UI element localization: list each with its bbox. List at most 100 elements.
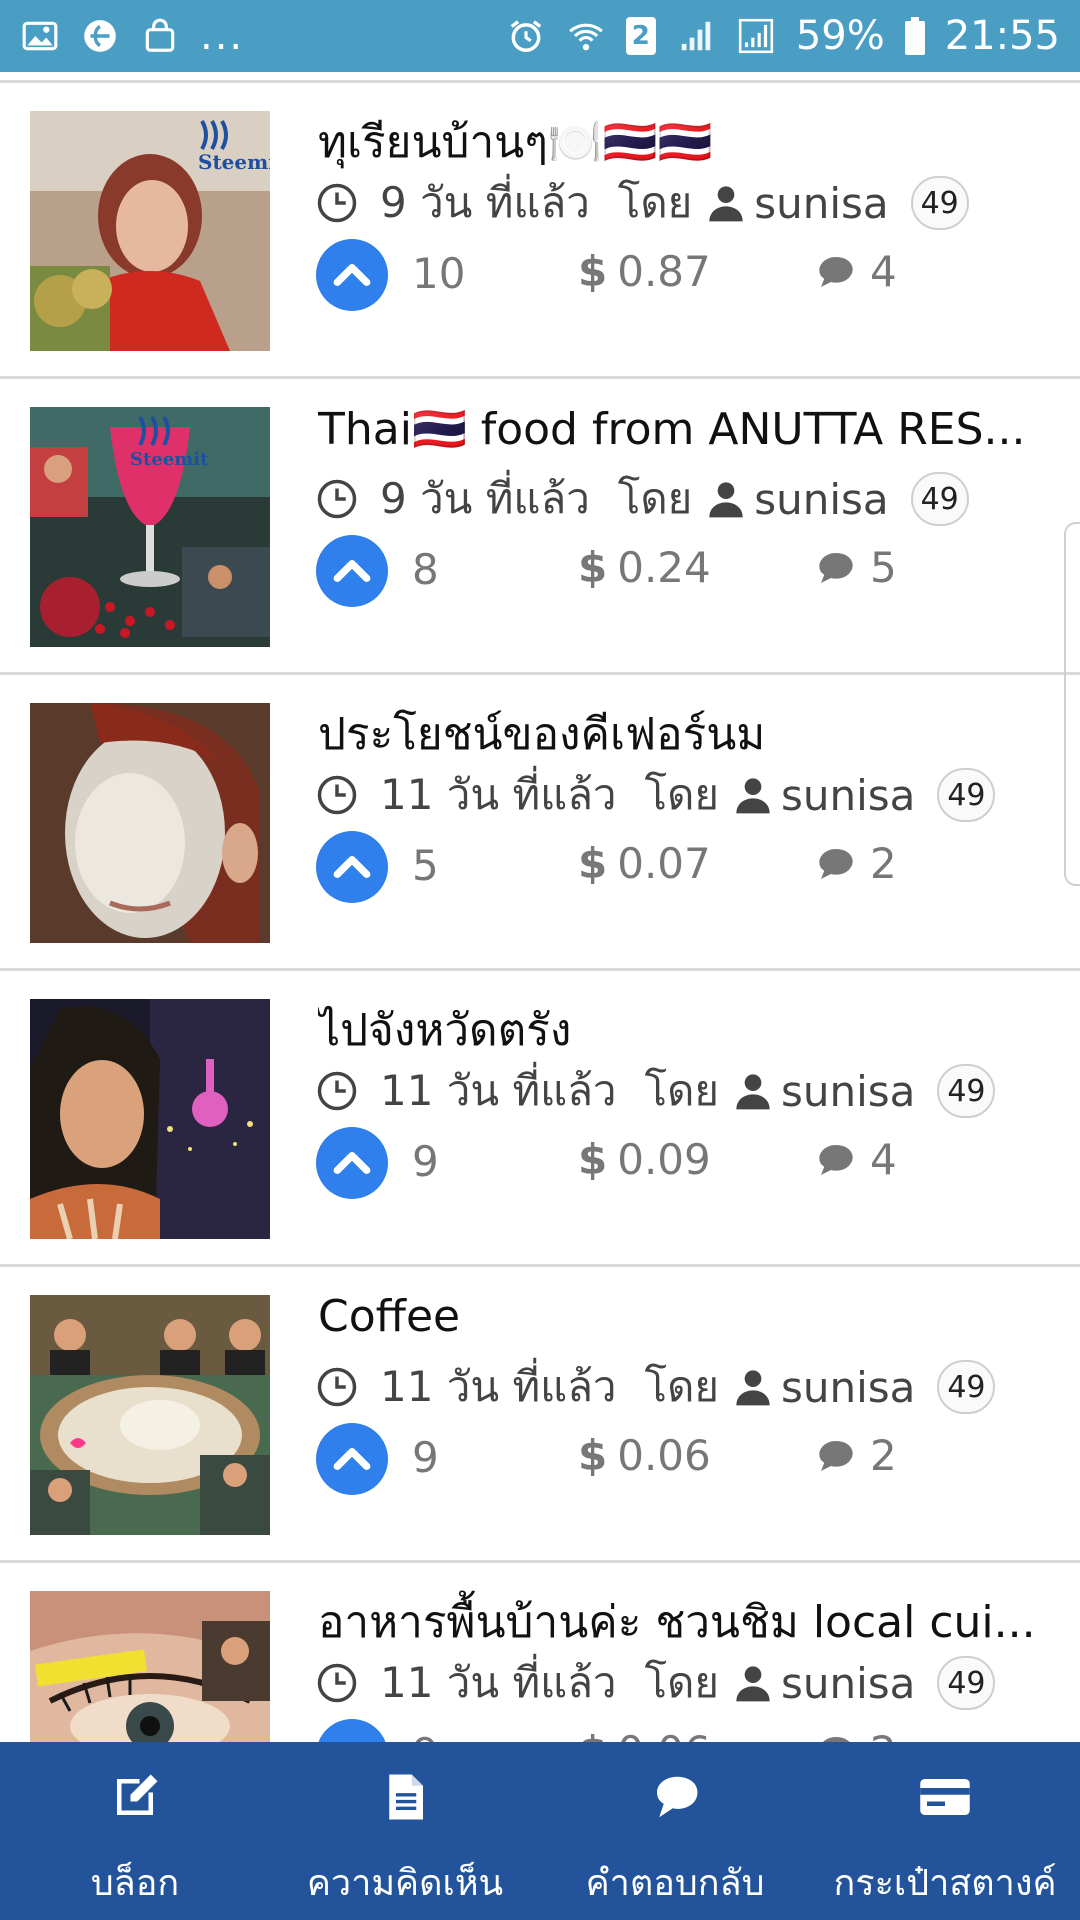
clock-icon — [317, 1663, 357, 1703]
wifi-icon — [566, 16, 606, 56]
post-thumbnail[interactable] — [30, 999, 270, 1239]
post-item[interactable]: Steemit Thai🇹🇭 food from ANUTTA RES... 9… — [0, 376, 1080, 672]
post-item[interactable]: Coffee 11 วัน ที่แล้ว โดย sunisa 49 9 $ … — [0, 1264, 1080, 1560]
post-title[interactable]: Coffee — [318, 1291, 1038, 1342]
post-thumbnail[interactable]: Steemit — [30, 111, 270, 351]
post-thumbnail[interactable]: Steemit — [30, 407, 270, 647]
comment-icon — [819, 552, 853, 583]
payout-value[interactable]: $ 0.09 — [578, 1135, 711, 1184]
reputation-badge: 49 — [937, 1064, 996, 1118]
post-title[interactable]: ทุเรียนบ้านๆ🍽️🇹🇭🇹🇭 — [318, 107, 1038, 177]
post-item[interactable]: อาหารพื้นบ้านค่ะ ชวนชิม local cui... 11 … — [0, 1560, 1080, 1742]
post-age: 11 วัน ที่แล้ว — [380, 1066, 617, 1115]
author-link[interactable]: sunisa — [754, 179, 888, 228]
comment-number: 5 — [870, 543, 897, 592]
upvote-button[interactable] — [316, 535, 388, 607]
payout-amount: 0.87 — [617, 247, 711, 296]
nav-comments-label: ความคิดเห็น — [306, 1863, 504, 1904]
vote-count[interactable]: 9 — [412, 1433, 439, 1482]
browser-app-icon — [80, 16, 120, 56]
post-age: 9 วัน ที่แล้ว — [380, 178, 590, 227]
author-link[interactable]: sunisa — [781, 771, 915, 820]
nav-blog[interactable]: บล็อก — [0, 1742, 270, 1920]
by-label: โดย — [644, 770, 719, 819]
payout-value[interactable]: $ 0.07 — [578, 839, 711, 888]
user-icon — [709, 482, 743, 518]
vote-count[interactable]: 8 — [412, 545, 439, 594]
post-title[interactable]: ไปจังหวัดตรัง — [318, 995, 1038, 1065]
payout-amount: 0.09 — [617, 1135, 711, 1184]
comment-icon — [819, 848, 853, 879]
comment-count[interactable]: 2 — [816, 1431, 897, 1480]
post-title[interactable]: อาหารพื้นบ้านค่ะ ชวนชิม local cui... — [318, 1587, 1038, 1657]
user-icon — [736, 1074, 770, 1110]
by-label: โดย — [644, 1066, 719, 1115]
upvote-button[interactable] — [316, 831, 388, 903]
post-meta: 11 วัน ที่แล้ว โดย sunisa 49 — [316, 1655, 996, 1711]
post-thumbnail[interactable] — [30, 1295, 270, 1535]
post-meta: 9 วัน ที่แล้ว โดย sunisa 49 — [316, 175, 969, 231]
chat-bubble-icon — [657, 1776, 698, 1818]
reputation-badge: 49 — [910, 472, 969, 526]
upvote-button[interactable] — [316, 1423, 388, 1495]
post-stats: 10 $ 0.87 4 — [316, 239, 1016, 311]
vote-count[interactable]: 5 — [412, 841, 439, 890]
by-label: โดย — [644, 1362, 719, 1411]
post-stats: 9 $ 0.06 2 — [316, 1719, 1016, 1742]
reputation-badge: 49 — [937, 1656, 996, 1710]
upvote-button[interactable] — [316, 1719, 388, 1742]
clock-time: 21:55 — [944, 13, 1060, 59]
post-thumbnail[interactable] — [30, 1591, 270, 1742]
dollar-icon: $ — [578, 543, 608, 592]
post-item[interactable]: ประโยชน์ของคีเฟอร์นม 11 วัน ที่แล้ว โดย … — [0, 672, 1080, 968]
comment-icon — [819, 256, 853, 287]
bottom-navigation: บล็อก ความคิดเห็น คำตอบกลับ กระเป๋าสตางค… — [0, 1742, 1080, 1920]
chevron-up-icon — [333, 856, 371, 878]
upvote-button[interactable] — [316, 239, 388, 311]
post-title[interactable]: Thai🇹🇭 food from ANUTTA RES... — [318, 403, 1038, 455]
battery-percent: 59% — [795, 13, 885, 59]
payout-value[interactable]: $ 0.06 — [578, 1727, 711, 1742]
author-link[interactable]: sunisa — [781, 1659, 915, 1708]
post-title[interactable]: ประโยชน์ของคีเฟอร์นม — [318, 699, 1038, 769]
vote-count[interactable]: 9 — [412, 1729, 439, 1742]
payout-value[interactable]: $ 0.06 — [578, 1431, 711, 1480]
comment-count[interactable]: 2 — [816, 1727, 897, 1742]
status-bar: ... 2 59% 21:55 — [0, 0, 1080, 72]
svg-text:Steemit: Steemit — [130, 449, 209, 470]
comment-icon — [819, 1144, 853, 1175]
comment-count[interactable]: 5 — [816, 543, 897, 592]
clock-icon — [317, 183, 357, 223]
shopping-bag-icon — [140, 16, 180, 56]
clock-icon — [317, 1367, 357, 1407]
post-stats: 9 $ 0.09 4 — [316, 1127, 1016, 1199]
reputation-badge: 49 — [937, 1360, 996, 1414]
comment-icon — [819, 1440, 853, 1471]
clock-icon — [317, 1071, 357, 1111]
dollar-icon: $ — [578, 1431, 608, 1480]
nav-wallet[interactable]: กระเป๋าสตางค์ — [810, 1742, 1080, 1920]
comment-icon — [822, 1736, 851, 1742]
comment-count[interactable]: 2 — [816, 839, 897, 888]
vote-count[interactable]: 10 — [412, 249, 465, 298]
post-feed[interactable]: Steemit ทุเรียนบ้านๆ🍽️🇹🇭🇹🇭 9 วัน ที่แล้ว… — [0, 72, 1080, 1742]
post-item[interactable]: ไปจังหวัดตรัง 11 วัน ที่แล้ว โดย sunisa … — [0, 968, 1080, 1264]
nav-replies[interactable]: คำตอบกลับ — [540, 1742, 810, 1920]
author-link[interactable]: sunisa — [781, 1067, 915, 1116]
comment-count[interactable]: 4 — [816, 247, 897, 296]
post-thumbnail[interactable] — [30, 703, 270, 943]
scroll-indicator[interactable] — [1064, 522, 1080, 886]
payout-value[interactable]: $ 0.24 — [578, 543, 711, 592]
vote-count[interactable]: 9 — [412, 1137, 439, 1186]
author-link[interactable]: sunisa — [754, 475, 888, 524]
signal-sim2-icon — [736, 16, 776, 56]
post-age: 11 วัน ที่แล้ว — [380, 770, 617, 819]
comment-number: 2 — [870, 1431, 897, 1480]
nav-comments[interactable]: ความคิดเห็น — [270, 1742, 540, 1920]
author-link[interactable]: sunisa — [781, 1363, 915, 1412]
post-item[interactable]: Steemit ทุเรียนบ้านๆ🍽️🇹🇭🇹🇭 9 วัน ที่แล้ว… — [0, 80, 1080, 376]
upvote-button[interactable] — [316, 1127, 388, 1199]
comment-count[interactable]: 4 — [816, 1135, 897, 1184]
comment-number: 2 — [870, 839, 897, 888]
payout-value[interactable]: $ 0.87 — [578, 247, 711, 296]
